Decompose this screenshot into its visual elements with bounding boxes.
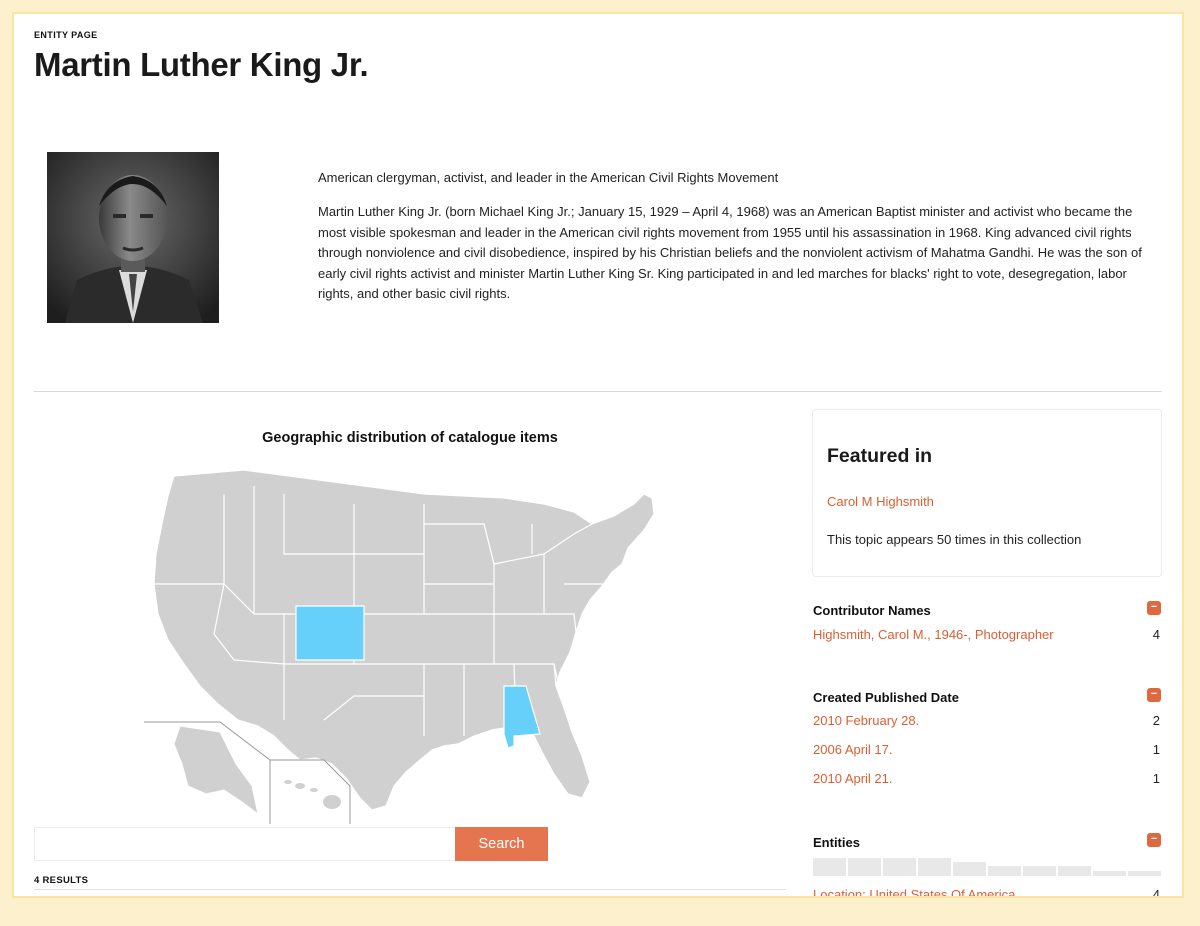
entity-portrait xyxy=(47,152,219,323)
featured-collection-link[interactable]: Carol M Highsmith xyxy=(827,494,934,509)
facet-entities-rows: Location: United States Of America 4 xyxy=(813,887,1162,898)
entity-long-description: Martin Luther King Jr. (born Michael Kin… xyxy=(318,204,1142,302)
facet-title-label: Contributor Names xyxy=(813,603,931,618)
facet-row-count: 1 xyxy=(1152,771,1160,786)
search-input[interactable] xyxy=(34,827,455,861)
sparkbar xyxy=(848,858,881,876)
facet-row-label[interactable]: 2006 April 17. xyxy=(813,742,893,757)
us-map xyxy=(124,464,694,824)
sparkbar xyxy=(988,866,1021,876)
results-count: 4 RESULTS xyxy=(34,875,89,886)
map-state-alaska xyxy=(173,725,259,816)
facet-row-label[interactable]: 2010 February 28. xyxy=(813,713,919,728)
facet-collapse-button[interactable]: − xyxy=(1147,601,1161,615)
sparkbar xyxy=(813,858,846,876)
portrait-photo-icon xyxy=(47,152,219,323)
facet-title: Entities − xyxy=(813,833,1162,853)
map-state-colorado xyxy=(295,605,365,661)
facet-row[interactable]: Highsmith, Carol M., 1946-, Photographer… xyxy=(813,627,1162,656)
facet-contributor-names: Contributor Names − Highsmith, Carol M.,… xyxy=(813,601,1162,656)
facet-row[interactable]: 2010 April 21. 1 xyxy=(813,771,1162,800)
facet-row[interactable]: 2006 April 17. 1 xyxy=(813,742,1162,771)
facet-row-label[interactable]: Location: United States Of America xyxy=(813,887,1015,896)
entity-short-description: American clergyman, activist, and leader… xyxy=(318,170,779,185)
sparkbar xyxy=(918,858,951,876)
facet-row-count: 1 xyxy=(1152,742,1160,757)
facet-entities: Entities − xyxy=(813,833,1162,853)
sparkbar xyxy=(883,858,916,876)
featured-card: Featured in Carol M Highsmith This topic… xyxy=(812,409,1162,577)
facet-row-label[interactable]: 2010 April 21. xyxy=(813,771,893,786)
page-title: Martin Luther King Jr. xyxy=(34,46,369,83)
facet-row-count: 2 xyxy=(1152,713,1160,728)
sparkbar xyxy=(1023,866,1056,876)
facet-row[interactable]: 2010 February 28. 2 xyxy=(813,713,1162,742)
results-divider xyxy=(34,889,786,890)
map-state-hawaii xyxy=(284,780,341,809)
facet-title: Contributor Names − xyxy=(813,601,1162,621)
facet-title-label: Created Published Date xyxy=(813,690,959,705)
sparkbar xyxy=(1093,871,1126,876)
map-title: Geographic distribution of catalogue ite… xyxy=(262,430,558,446)
facet-created-published-date: Created Published Date − 2010 February 2… xyxy=(813,688,1162,800)
entities-sparkbars xyxy=(813,856,1162,876)
featured-note: This topic appears 50 times in this coll… xyxy=(827,532,1082,547)
page-kicker: ENTITY PAGE xyxy=(34,30,98,40)
facet-row[interactable]: Location: United States Of America 4 xyxy=(813,887,1162,898)
facet-row-label[interactable]: Highsmith, Carol M., 1946-, Photographer xyxy=(813,627,1054,642)
facet-row-count: 4 xyxy=(1152,627,1160,642)
section-divider xyxy=(34,391,1162,392)
sparkbar xyxy=(953,862,986,876)
page-frame: ENTITY PAGE Martin Luther King Jr. Ameri… xyxy=(12,12,1184,898)
search-button[interactable]: Search xyxy=(455,827,548,861)
facet-collapse-button[interactable]: − xyxy=(1147,688,1161,702)
facet-collapse-button[interactable]: − xyxy=(1147,833,1161,847)
featured-title: Featured in xyxy=(827,445,933,467)
facet-title-label: Entities xyxy=(813,835,860,850)
us-map-svg xyxy=(144,469,655,824)
facet-title: Created Published Date − xyxy=(813,688,1162,708)
sparkbar xyxy=(1128,871,1161,876)
sparkbar xyxy=(1058,866,1091,876)
facet-row-count: 4 xyxy=(1152,887,1160,898)
